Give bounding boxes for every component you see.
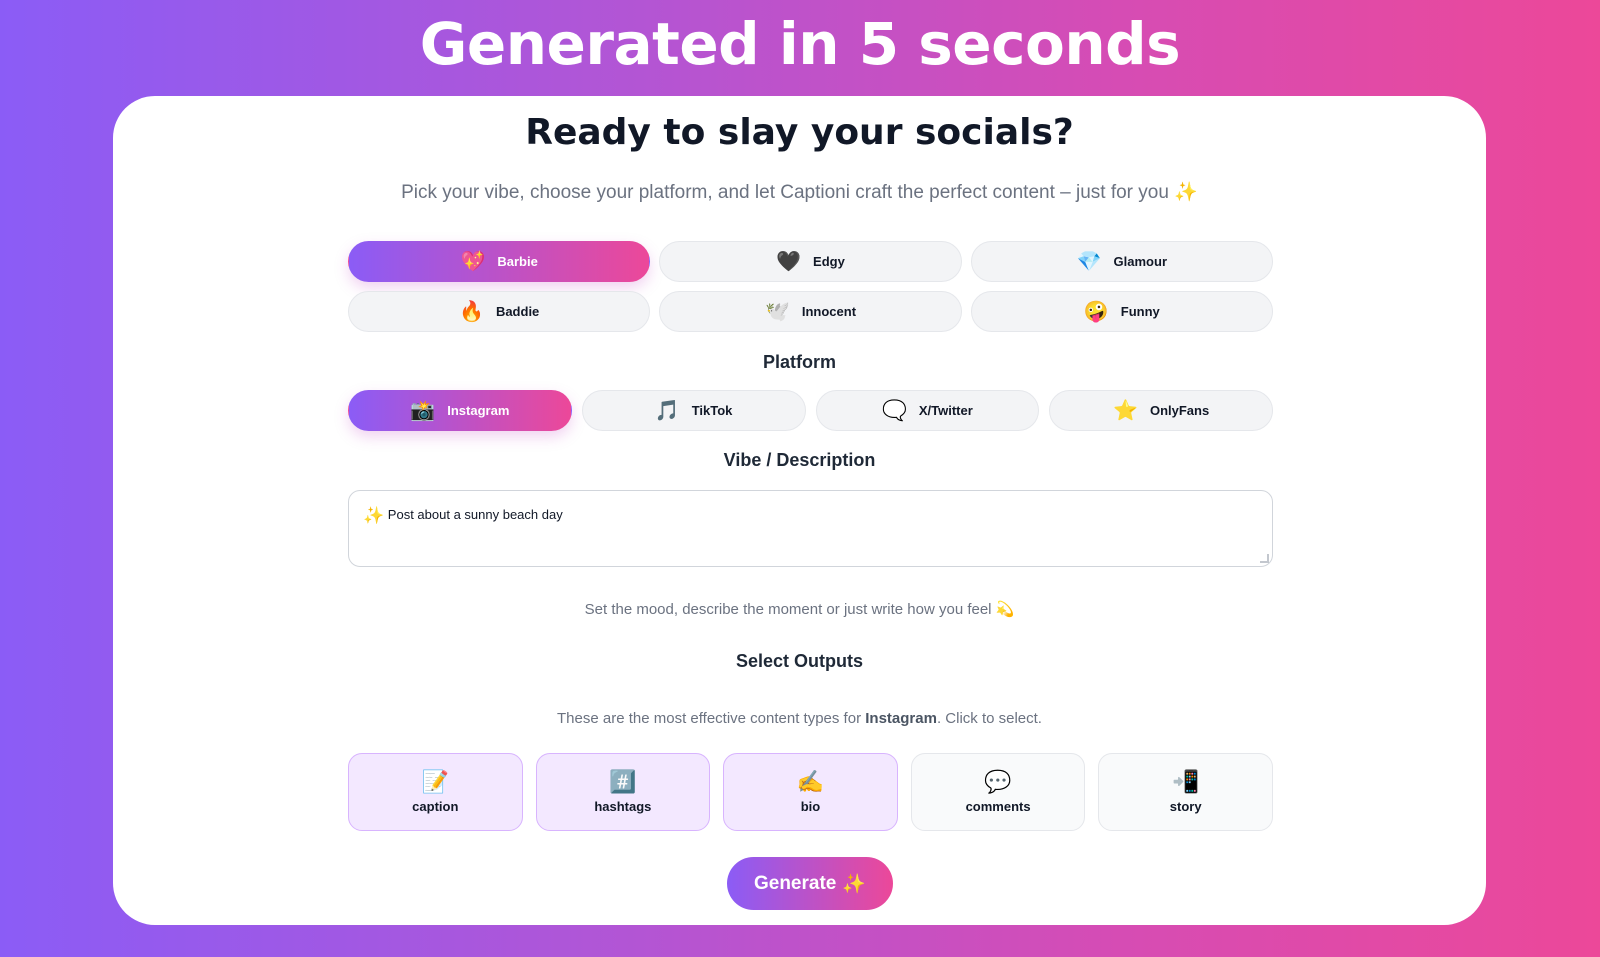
vibe-glamour-button[interactable]: 💎 Glamour xyxy=(970,241,1273,282)
generate-label: Generate xyxy=(753,872,837,894)
outputs-hint-prefix: These are the most effective content typ… xyxy=(557,710,866,727)
outputs-hint-platform: Instagram xyxy=(865,710,937,727)
vibe-label: Funny xyxy=(1120,304,1160,319)
fire-icon: 🔥 xyxy=(459,300,484,323)
sparkles-icon: ✨ xyxy=(842,873,867,895)
comment-bubble-icon: 💬 xyxy=(984,768,1012,794)
vibe-selector: 💖 Barbie 🖤 Edgy 💎 Glamour 🔥 Baddie 🕊️ In… xyxy=(348,241,1273,332)
platform-label: X/Twitter xyxy=(918,403,973,418)
zany-face-icon: 🤪 xyxy=(1083,300,1109,323)
output-caption-tile[interactable]: 📝 caption xyxy=(348,753,523,831)
phone-arrow-icon: 📲 xyxy=(1171,768,1200,794)
music-note-icon: 🎵 xyxy=(654,399,680,422)
platform-heading: Platform xyxy=(762,352,836,372)
heart-icon: 💖 xyxy=(460,250,486,273)
outputs-heading: Select Outputs xyxy=(735,651,864,671)
description-textarea[interactable]: ✨ Post about a sunny beach day xyxy=(348,490,1273,567)
platform-tiktok-button[interactable]: 🎵 TikTok xyxy=(581,390,806,431)
black-heart-icon: 🖤 xyxy=(776,250,802,273)
output-label: hashtags xyxy=(594,798,652,814)
platform-instagram-button[interactable]: 📸 Instagram xyxy=(348,390,572,431)
memo-icon: 📝 xyxy=(421,768,449,794)
hashtag-icon: #️⃣ xyxy=(609,768,637,794)
vibe-label: Edgy xyxy=(813,254,845,269)
generator-card: Ready to slay your socials? Pick your vi… xyxy=(113,96,1486,925)
gem-icon: 💎 xyxy=(1076,250,1102,273)
vibe-label: Glamour xyxy=(1113,254,1168,269)
output-label: caption xyxy=(412,798,459,814)
output-selector: 📝 caption #️⃣ hashtags ✍️ bio 💬 comments… xyxy=(348,753,1273,831)
vibe-funny-button[interactable]: 🤪 Funny xyxy=(970,291,1273,332)
platform-onlyfans-button[interactable]: ⭐ OnlyFans xyxy=(1049,390,1273,431)
output-bio-tile[interactable]: ✍️ bio xyxy=(723,753,898,831)
page-headline: Generated in 5 seconds xyxy=(419,10,1181,78)
output-label: story xyxy=(1169,798,1202,814)
vibe-label: Baddie xyxy=(495,304,540,319)
description-helper: Set the mood, describe the moment or jus… xyxy=(584,601,1015,618)
output-comments-tile[interactable]: 💬 comments xyxy=(910,753,1086,831)
output-label: comments xyxy=(965,798,1031,814)
description-heading: Vibe / Description xyxy=(723,450,876,470)
platform-twitter-button[interactable]: 🗨️ X/Twitter xyxy=(815,390,1040,431)
dove-icon: 🕊️ xyxy=(764,300,790,323)
vibe-barbie-button[interactable]: 💖 Barbie xyxy=(348,241,651,282)
vibe-baddie-button[interactable]: 🔥 Baddie xyxy=(348,291,651,332)
platform-label: TikTok xyxy=(691,403,733,418)
platform-label: OnlyFans xyxy=(1149,403,1210,418)
camera-flash-icon: 📸 xyxy=(410,399,436,422)
description-value: Post about a sunny beach day xyxy=(387,507,563,522)
card-title: Ready to slay your socials? xyxy=(525,112,1074,153)
output-label: bio xyxy=(800,798,821,814)
vibe-label: Barbie xyxy=(497,254,538,269)
vibe-edgy-button[interactable]: 🖤 Edgy xyxy=(659,241,962,282)
speech-bubble-icon: 🗨️ xyxy=(881,399,907,422)
card-subtitle: Pick your vibe, choose your platform, an… xyxy=(401,182,1198,203)
writing-hand-icon: ✍️ xyxy=(796,768,825,794)
platform-label: Instagram xyxy=(447,403,510,418)
sparkles-icon: ✨ xyxy=(363,506,385,526)
generate-button[interactable]: Generate ✨ xyxy=(727,857,893,910)
vibe-label: Innocent xyxy=(801,304,857,319)
vibe-innocent-button[interactable]: 🕊️ Innocent xyxy=(659,291,962,332)
output-story-tile[interactable]: 📲 story xyxy=(1098,753,1273,831)
star-icon: ⭐ xyxy=(1113,399,1138,422)
platform-selector: 📸 Instagram 🎵 TikTok 🗨️ X/Twitter ⭐ Only… xyxy=(348,390,1273,431)
resize-handle[interactable] xyxy=(1260,554,1269,563)
outputs-hint: These are the most effective content typ… xyxy=(113,710,1486,727)
outputs-hint-suffix: . Click to select. xyxy=(936,710,1042,727)
output-hashtags-tile[interactable]: #️⃣ hashtags xyxy=(535,753,711,831)
